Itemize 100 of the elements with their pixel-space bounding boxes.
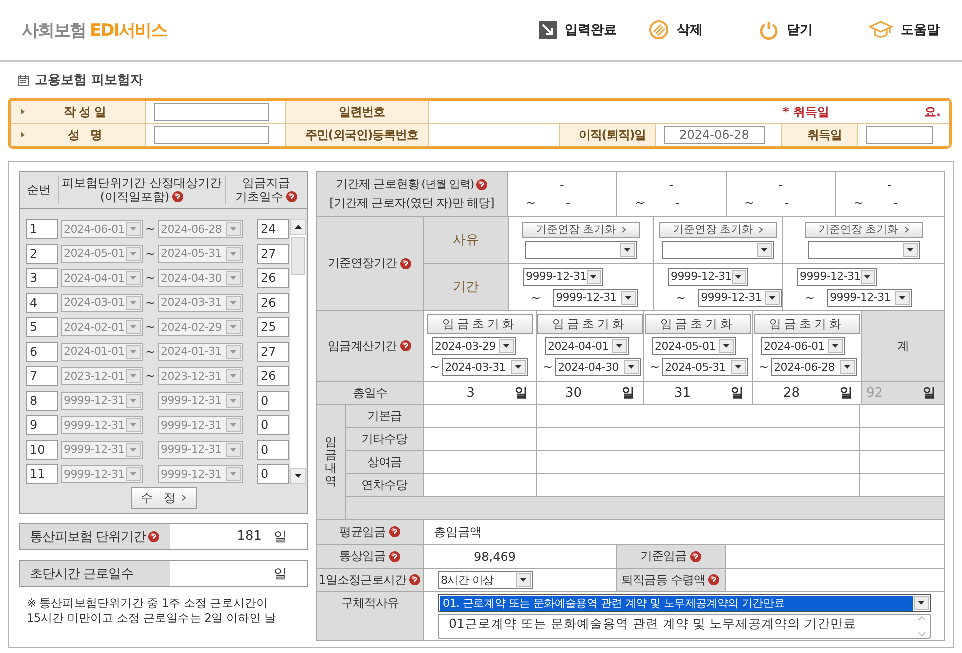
toolbar-button[interactable]: 닫기: [759, 20, 869, 40]
dropdown[interactable]: [525, 240, 637, 258]
reset-button[interactable]: 기준연장 초기화: [804, 222, 922, 238]
caret-icon: [735, 365, 742, 369]
row-label: [기간제 근로자(였던 자)만 해당]: [330, 195, 494, 212]
column-header: 순번: [27, 183, 51, 197]
value-text: 181: [237, 529, 262, 544]
row-label: 총일수: [352, 384, 388, 402]
date-select[interactable]: 2024-04-01: [545, 337, 629, 355]
toolbar-button[interactable]: 삭제: [649, 20, 759, 40]
page-title: 고용보험 피보험자: [35, 72, 144, 89]
days-value: 30: [565, 386, 582, 400]
date-select[interactable]: 2024-03-31: [442, 358, 528, 376]
date-select[interactable]: 9999-12-31: [668, 268, 748, 286]
days-value: 28: [783, 386, 800, 400]
date-select[interactable]: 2024-06-01: [761, 337, 845, 355]
caret-icon: [520, 578, 527, 582]
column-header: 피보험단위기간 산정대상기간: [62, 176, 222, 190]
row-label: 기본급: [367, 408, 402, 424]
column-header: 계: [897, 338, 909, 354]
toolbar-button[interactable]: 입력완료: [539, 20, 649, 40]
tilde-text: ~: [650, 360, 660, 374]
caret-icon: [624, 248, 631, 252]
date-select[interactable]: 9999-12-31: [553, 288, 638, 306]
tilde-text: ~: [744, 196, 755, 210]
row-label: 구체적사유: [341, 595, 399, 612]
period-text: -: [784, 196, 789, 210]
reset-button[interactable]: 임금초기화: [427, 314, 533, 334]
reset-button[interactable]: 임금초기화: [537, 314, 643, 334]
caret-icon: [625, 296, 632, 300]
date-select[interactable]: 9999-12-31: [797, 268, 877, 286]
unit-text: 일: [731, 385, 744, 402]
caret-icon: [515, 365, 522, 369]
row-label: 연차수당: [362, 476, 408, 494]
scrollbar[interactable]: [289, 219, 306, 484]
caret-icon: [769, 296, 776, 300]
value-text: 총임금액: [434, 524, 482, 540]
caret-icon: [918, 601, 925, 605]
tilde-text: ~: [531, 290, 542, 304]
reset-button[interactable]: 기준연장 초기화: [659, 222, 777, 238]
date-select[interactable]: 9999-12-31: [698, 288, 782, 306]
row-label: 기간: [453, 279, 479, 296]
reset-button[interactable]: 임금초기화: [645, 314, 751, 334]
text-area[interactable]: 01근로계약 또는 문화예술용역 관련 계약 및 노무제공계약의 기간만료: [438, 614, 931, 639]
days-value: 92: [866, 386, 883, 400]
tilde-text: ~: [144, 271, 157, 285]
unit-text: 일: [840, 385, 853, 402]
days-value: 31: [674, 386, 691, 400]
value-text: 98,469: [474, 550, 516, 564]
dropdown[interactable]: [662, 240, 774, 258]
row-label: 통상임금: [340, 548, 386, 565]
field-label: 통산피보험 단위기간: [30, 528, 146, 546]
dropdown[interactable]: 01. 근로계약 또는 문화예술용역 관련 계약 및 노무제공계약의 기간만료: [438, 594, 931, 612]
input-field[interactable]: [866, 126, 933, 144]
caret-icon: [230, 423, 237, 427]
reset-button[interactable]: 임금초기화: [754, 314, 860, 334]
unit-text: 일: [622, 385, 635, 402]
row-label: 퇴직금등 수령액: [622, 572, 706, 588]
tilde-text: ~: [144, 369, 157, 383]
caret-icon: [761, 248, 768, 252]
date-select[interactable]: 2024-06-28: [771, 358, 858, 376]
date-select[interactable]: 2024-05-01: [652, 337, 736, 355]
toolbar-button[interactable]: 도움말: [869, 20, 940, 40]
power-icon: [759, 20, 779, 40]
field-label: 초단시간 근로일수: [30, 566, 134, 582]
date-select[interactable]: 9999-12-31: [523, 268, 603, 286]
tilde-text: ~: [144, 222, 157, 236]
caret-icon: [230, 374, 237, 378]
caret-icon: [616, 344, 623, 348]
caret-icon: [864, 274, 872, 278]
field-label: 주민(외국인)등록번호: [304, 126, 420, 144]
input-field[interactable]: [154, 103, 269, 121]
input-field[interactable]: 2024-06-28: [664, 126, 765, 144]
tilde-text: ~: [144, 296, 157, 310]
note-text: 15시간 미만이고 소정 근로일수는 2일 이하인 날: [27, 611, 278, 626]
tilde-text: ~: [543, 360, 554, 374]
tilde-text: ~: [854, 196, 864, 210]
dropdown[interactable]: [808, 240, 920, 258]
period-text: -: [566, 196, 570, 210]
date-select[interactable]: 9999-12-31: [827, 288, 912, 306]
date-select[interactable]: 2024-05-31: [662, 358, 748, 376]
column-header: (이직일포함): [100, 190, 170, 204]
caret-icon: [130, 300, 137, 304]
date-select[interactable]: 2024-04-30: [555, 358, 642, 376]
tilde-text: ~: [430, 360, 440, 374]
edit-button[interactable]: 수 정: [130, 487, 196, 509]
row-label: 기타수당: [362, 430, 408, 448]
reset-button[interactable]: 기준연장 초기화: [522, 222, 640, 238]
dropdown[interactable]: 8시간 이상: [438, 571, 533, 589]
row-label: 기준임금: [640, 548, 686, 565]
date-select[interactable]: 2024-03-29: [432, 337, 516, 355]
notice-text: 요.: [857, 101, 949, 123]
graduation-cap-icon: [869, 21, 893, 39]
caret-icon: [230, 276, 237, 280]
column-header: 임금지급: [242, 176, 290, 190]
logo-brand: EDI서비스: [90, 20, 168, 42]
period-text: -: [886, 178, 894, 192]
scroll-thumb[interactable]: [291, 237, 305, 275]
caret-icon: [230, 472, 237, 476]
input-field[interactable]: [154, 126, 269, 144]
